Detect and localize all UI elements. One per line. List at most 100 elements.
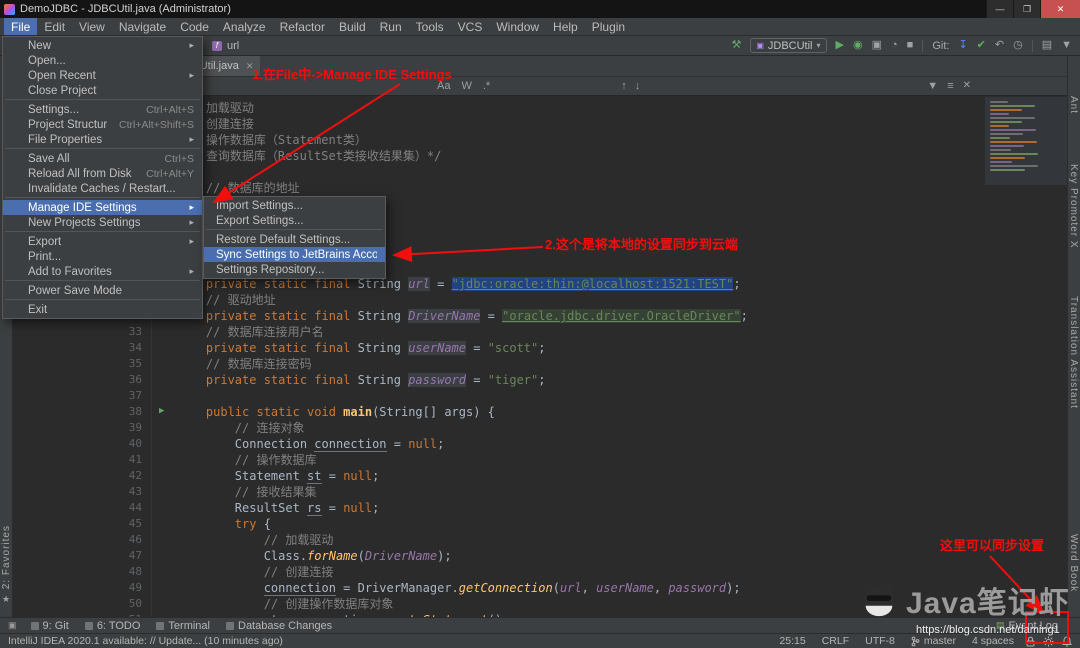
file-menu-separator [5,299,200,300]
indent-style[interactable]: 4 spaces [972,635,1014,647]
code-line[interactable]: 46 // 加载驱动 [13,532,1067,548]
find-menu-icon[interactable]: ≡ [947,80,953,92]
code-line[interactable]: 45 try { [13,516,1067,532]
file-menu-item-file-properties[interactable]: File Properties ▸ [3,132,202,147]
line-number: 50 [128,597,142,610]
code-line[interactable]: 38 ▶ public static void main(String[] arg… [13,404,1067,420]
code-line[interactable]: 34 private static final String userName … [13,340,1067,356]
git-commit-icon[interactable]: ✔ [977,40,986,51]
status-message[interactable]: IntelliJ IDEA 2020.1 available: // Updat… [8,635,283,647]
menu-vcs[interactable]: VCS [451,18,490,35]
tool-window-button-database-changes[interactable]: Database Changes [226,620,332,632]
build-hammer-icon[interactable]: ⚒ [731,40,741,51]
code-line[interactable]: 33 // 数据库连接用户名 [13,324,1067,340]
minimize-button[interactable]: — [986,0,1013,18]
menu-help[interactable]: Help [546,18,585,35]
file-menu-item-project-structure[interactable]: Project Structure... Ctrl+Alt+Shift+S [3,117,202,132]
tool-window-button-6-todo[interactable]: 6: TODO [84,620,140,632]
menu-file[interactable]: File [4,18,38,35]
menu-tools[interactable]: Tools [409,18,451,35]
code-text: // 数据库连接用户名 [177,325,324,339]
submenu-item-import-settings[interactable]: Import Settings... [204,198,385,213]
submenu-item-sync-settings-to-jetbrains-account[interactable]: Sync Settings to JetBrains Account... [204,247,385,262]
file-menu-item-power-save-mode[interactable]: Power Save Mode [3,283,202,298]
code-line[interactable]: 39 // 连接对象 [13,420,1067,436]
file-menu-item-export[interactable]: Export ▸ [3,234,202,249]
minimap[interactable] [985,97,1067,185]
code-line[interactable]: 40 Connection connection = null; [13,436,1067,452]
rollback-icon[interactable]: ↶ [995,40,1004,51]
menu-analyze[interactable]: Analyze [216,18,273,35]
settings-sync-gear-icon[interactable] [1043,636,1054,647]
caret-position[interactable]: 25:15 [779,635,805,647]
lock-icon[interactable] [1026,636,1035,647]
menu-code[interactable]: Code [173,18,216,35]
file-menu-item-new[interactable]: New ▸ [3,38,202,53]
git-update-icon[interactable]: ↧ [958,40,967,51]
run-config-combo[interactable]: ▣ JDBCUtil ▾ [750,38,827,53]
menu-navigate[interactable]: Navigate [112,18,173,35]
run-gutter-icon[interactable]: ▶ [159,404,164,419]
file-menu-item-open[interactable]: Open... [3,53,202,68]
menu-plugin[interactable]: Plugin [585,18,632,35]
file-encoding[interactable]: UTF-8 [865,635,895,647]
tool-window-button-translation-assistant[interactable]: Translation Assistant [1068,296,1079,409]
line-separator[interactable]: CRLF [822,635,849,647]
find-next-icon[interactable]: ↓ [635,80,641,92]
breadcrumb[interactable]: url [227,40,239,52]
close-find-icon[interactable]: ✕ [963,80,971,92]
coverage-icon[interactable]: ▣ [872,40,882,51]
notifications-bell-icon[interactable] [1062,635,1072,647]
file-menu-item-exit[interactable]: Exit [3,302,202,317]
history-icon[interactable]: ◷ [1013,40,1023,51]
git-branch[interactable]: master [911,635,956,647]
find-prev-icon[interactable]: ↑ [621,80,627,92]
filter-icon[interactable]: ▼ [1061,40,1072,51]
file-menu-item-print[interactable]: Print... [3,249,202,264]
submenu-item-export-settings[interactable]: Export Settings... [204,213,385,228]
submenu-item-restore-default-settings[interactable]: Restore Default Settings... [204,232,385,247]
code-line[interactable]: 35 // 数据库连接密码 [13,356,1067,372]
file-menu-item-reload-all-from-disk[interactable]: Reload All from Disk Ctrl+Alt+Y [3,166,202,181]
tool-window-switcher-icon[interactable]: ▣ [8,620,17,631]
run-icon[interactable]: ▶ [836,40,844,51]
menu-window[interactable]: Window [489,18,546,35]
tool-window-button-ant[interactable]: Ant [1068,96,1079,114]
file-menu-item-invalidate-caches-restart[interactable]: Invalidate Caches / Restart... [3,181,202,196]
code-line[interactable]: 43 // 接收结果集 [13,484,1067,500]
tool-window-button-key-promoter-x[interactable]: Key Promoter X [1068,164,1079,249]
tool-window-button-9-git[interactable]: 9: Git [30,620,69,632]
file-menu-item-settings[interactable]: Settings... Ctrl+Alt+S [3,102,202,117]
maximize-button[interactable]: ❐ [1013,0,1040,18]
menu-view[interactable]: View [72,18,112,35]
stop-icon[interactable]: ■ [907,40,914,51]
file-menu-item-save-all[interactable]: Save All Ctrl+S [3,151,202,166]
file-menu-item-open-recent[interactable]: Open Recent ▸ [3,68,202,83]
file-menu-item-close-project[interactable]: Close Project [3,83,202,98]
profiler-icon[interactable]: ◔ [891,40,898,51]
tool-window-button-terminal[interactable]: Terminal [156,620,210,632]
menu-build[interactable]: Build [332,18,373,35]
menu-run[interactable]: Run [373,18,409,35]
layout-icon[interactable]: ▤ [1042,40,1052,51]
code-line[interactable]: 36 private static final String password … [13,372,1067,388]
navigation-bar[interactable]: f url [212,40,239,52]
debug-bug-icon[interactable]: ◉ [853,40,863,51]
code-line[interactable]: 37 [13,388,1067,404]
regex-option[interactable]: .* [483,80,490,92]
close-button[interactable]: ✕ [1040,0,1080,18]
submenu-item-settings-repository[interactable]: Settings Repository... [204,262,385,277]
filter-results-icon[interactable]: ▼ [927,80,938,92]
file-menu-item-manage-ide-settings[interactable]: Manage IDE Settings ▸ [3,200,202,215]
file-menu-separator [5,148,200,149]
menu-refactor[interactable]: Refactor [273,18,332,35]
tool-window-button-favorites[interactable]: 2: Favorites [1,525,12,589]
code-line[interactable]: 42 Statement st = null; [13,468,1067,484]
file-menu-item-add-to-favorites[interactable]: Add to Favorites ▸ [3,264,202,279]
words-option[interactable]: W [461,80,471,92]
menu-edit[interactable]: Edit [37,18,72,35]
code-line[interactable]: 41 // 操作数据库 [13,452,1067,468]
file-menu-item-new-projects-settings[interactable]: New Projects Settings ▸ [3,215,202,230]
code-line[interactable]: 44 ResultSet rs = null; [13,500,1067,516]
code-line[interactable]: 47 Class.forName(DriverName); [13,548,1067,564]
